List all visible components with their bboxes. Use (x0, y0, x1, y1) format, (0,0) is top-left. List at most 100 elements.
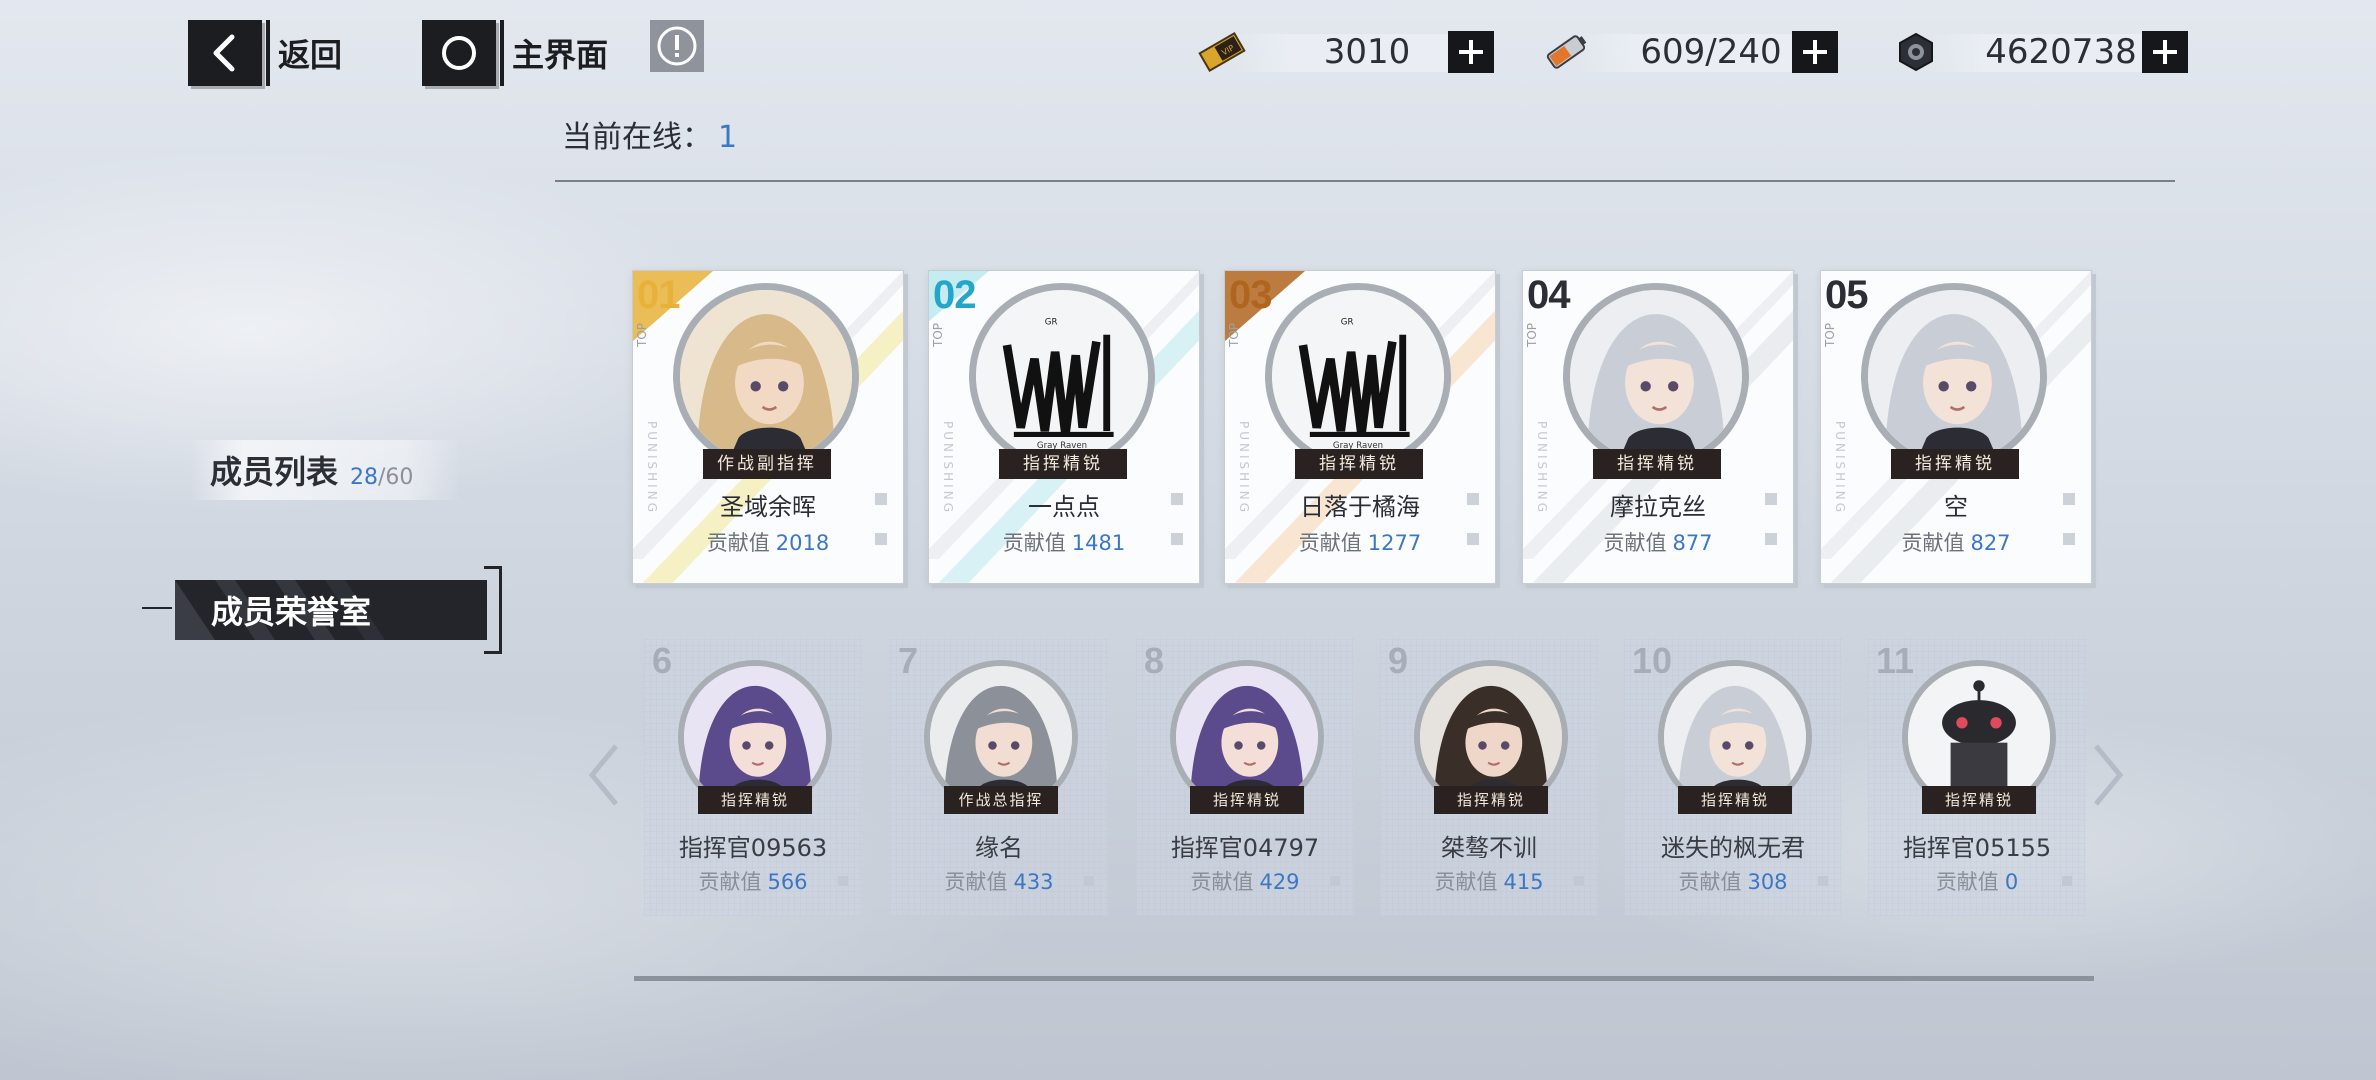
tab-bracket (484, 566, 502, 654)
contribution-label: 贡献值 (1002, 531, 1066, 555)
member-name: 圣域余晖 (720, 493, 816, 521)
title-badge: 作战副指挥 (703, 449, 831, 479)
next-page-button[interactable] (2088, 740, 2128, 810)
info-button[interactable] (650, 20, 704, 72)
rank-number: 7 (898, 640, 919, 681)
contribution-value: 877 (1672, 531, 1713, 555)
tab-honor-hall-label: 成员荣誉室 (211, 593, 372, 631)
top-member-card[interactable]: 02 TOP PUNISHING GR Gray Raven 指挥精锐 一点点 贡献值 1481 (928, 270, 1200, 584)
card-marker (1330, 876, 1340, 886)
member-card[interactable]: 8 指挥精锐 指挥官04797 贡献值 429 (1136, 638, 1354, 916)
svg-text:GR: GR (1341, 317, 1354, 327)
add-battery-button[interactable] (1792, 31, 1838, 73)
circle-icon (422, 20, 504, 86)
ticket-icon: VIP (1192, 30, 1252, 74)
title-badge: 指挥精锐 (1593, 449, 1721, 479)
rank-number: 6 (652, 640, 673, 681)
card-marker (2063, 533, 2075, 545)
add-ticket-button[interactable] (1448, 31, 1494, 73)
contribution-value: 433 (1013, 870, 1054, 894)
title-badge: 指挥精锐 (698, 786, 812, 814)
contribution: 贡献值 433 (890, 866, 1108, 896)
avatar (1563, 283, 1749, 469)
rank-number: 04 (1527, 273, 1570, 317)
back-button[interactable]: 返回 (188, 20, 342, 86)
contribution-value: 429 (1259, 870, 1300, 894)
avatar: GR Gray Raven (969, 283, 1155, 469)
tab-member-list[interactable]: 成员列表 28/60 (190, 440, 460, 500)
tab-member-list-label: 成员列表 (210, 453, 339, 491)
rank-number: 03 (1229, 273, 1272, 317)
member-card[interactable]: 11 指挥精锐指挥官05155 贡献值 0 (1868, 638, 2086, 916)
chevron-left-icon (588, 744, 618, 806)
contribution: 贡献值 2018 (633, 527, 903, 557)
contribution-label: 贡献值 (944, 870, 1008, 894)
contribution-label: 贡献值 (706, 531, 770, 555)
plus-icon (1459, 40, 1483, 64)
member-card[interactable]: 6 指挥精锐指挥官09563 贡献值 566 (644, 638, 862, 916)
member-name: 日落于橘海 (1300, 493, 1420, 521)
contribution-label: 贡献值 (698, 870, 762, 894)
home-label: 主界面 (512, 36, 609, 74)
member-count: 28/60 (350, 465, 413, 490)
card-marker (838, 876, 848, 886)
title-badge: 指挥精锐 (1295, 449, 1423, 479)
title-badge: 指挥精锐 (999, 449, 1127, 479)
card-marker (1574, 876, 1584, 886)
online-count: 1 (718, 120, 738, 155)
card-marker (1467, 493, 1479, 505)
contribution: 贡献值 827 (1821, 527, 2091, 557)
member-card[interactable]: 7 作战总指挥 缘名 贡献值 433 (890, 638, 1108, 916)
contribution-value: 415 (1503, 870, 1544, 894)
prev-page-button[interactable] (584, 740, 624, 810)
contribution-value: 1277 (1367, 531, 1422, 555)
card-marker (1818, 876, 1828, 886)
member-card[interactable]: 9 指挥精锐 桀骜不训 贡献值 415 (1380, 638, 1598, 916)
contribution: 贡献值 415 (1380, 866, 1598, 896)
contribution-label: 贡献值 (1298, 531, 1362, 555)
member-name: 桀骜不训 (1441, 834, 1537, 862)
member-name: 一点点 (1028, 493, 1100, 521)
member-name: 缘名 (975, 834, 1023, 862)
card-marker (875, 493, 887, 505)
divider (555, 180, 2175, 182)
online-status: 当前在线： 1 (562, 112, 737, 156)
contribution-value: 0 (2004, 870, 2019, 894)
plus-icon (1803, 40, 1827, 64)
chevron-left-icon (188, 20, 270, 86)
card-marker (1171, 493, 1183, 505)
rank-number: 05 (1825, 273, 1868, 317)
card-marker (1765, 493, 1777, 505)
member-name: 指挥官05155 (1902, 834, 2052, 862)
title-badge: 指挥精锐 (1922, 786, 2036, 814)
card-marker (1467, 533, 1479, 545)
member-name: 指挥官04797 (1170, 834, 1320, 862)
member-name: 迷失的枫无君 (1661, 834, 1805, 862)
contribution-value: 566 (767, 870, 808, 894)
member-card[interactable]: 10 指挥精锐 迷失的枫无君 贡献值 308 (1624, 638, 1842, 916)
top-tag: TOP (931, 323, 945, 348)
contribution: 贡献值 0 (1868, 866, 2086, 896)
home-button[interactable]: 主界面 (422, 20, 608, 86)
contribution: 贡献值 429 (1136, 866, 1354, 896)
contribution-label: 贡献值 (1678, 870, 1742, 894)
tab-honor-hall[interactable]: 成员荣誉室 (175, 580, 487, 640)
add-coin-button[interactable] (2142, 31, 2188, 73)
top-member-card[interactable]: 05 TOP PUNISHING 指挥精锐空贡献值 827 (1820, 270, 2092, 584)
title-badge: 指挥精锐 (1190, 786, 1304, 814)
top-member-card[interactable]: 01 TOP PUNISHING 作战副指挥 圣域余晖 贡献值 2018 (632, 270, 904, 584)
member-count-total: /60 (378, 464, 414, 490)
card-marker (1765, 533, 1777, 545)
card-marker (1084, 876, 1094, 886)
title-badge: 指挥精锐 (1891, 449, 2019, 479)
hex-nut-icon (1886, 30, 1946, 74)
rank-number: 9 (1388, 640, 1409, 681)
contribution-label: 贡献值 (1190, 870, 1254, 894)
top-member-card[interactable]: 03 TOP PUNISHING GR Gray Raven 指挥精锐 日落于橘海 贡献值 12… (1224, 270, 1496, 584)
title-badge: 指挥精锐 (1678, 786, 1792, 814)
top-member-card[interactable]: 04 TOP PUNISHING 指挥精锐 摩拉克丝 贡献值 877 (1522, 270, 1794, 584)
chevron-right-icon (2094, 744, 2124, 806)
rank-number: 11 (1876, 640, 1915, 681)
member-name: 指挥官09563 (678, 834, 828, 862)
card-marker (2062, 876, 2072, 886)
